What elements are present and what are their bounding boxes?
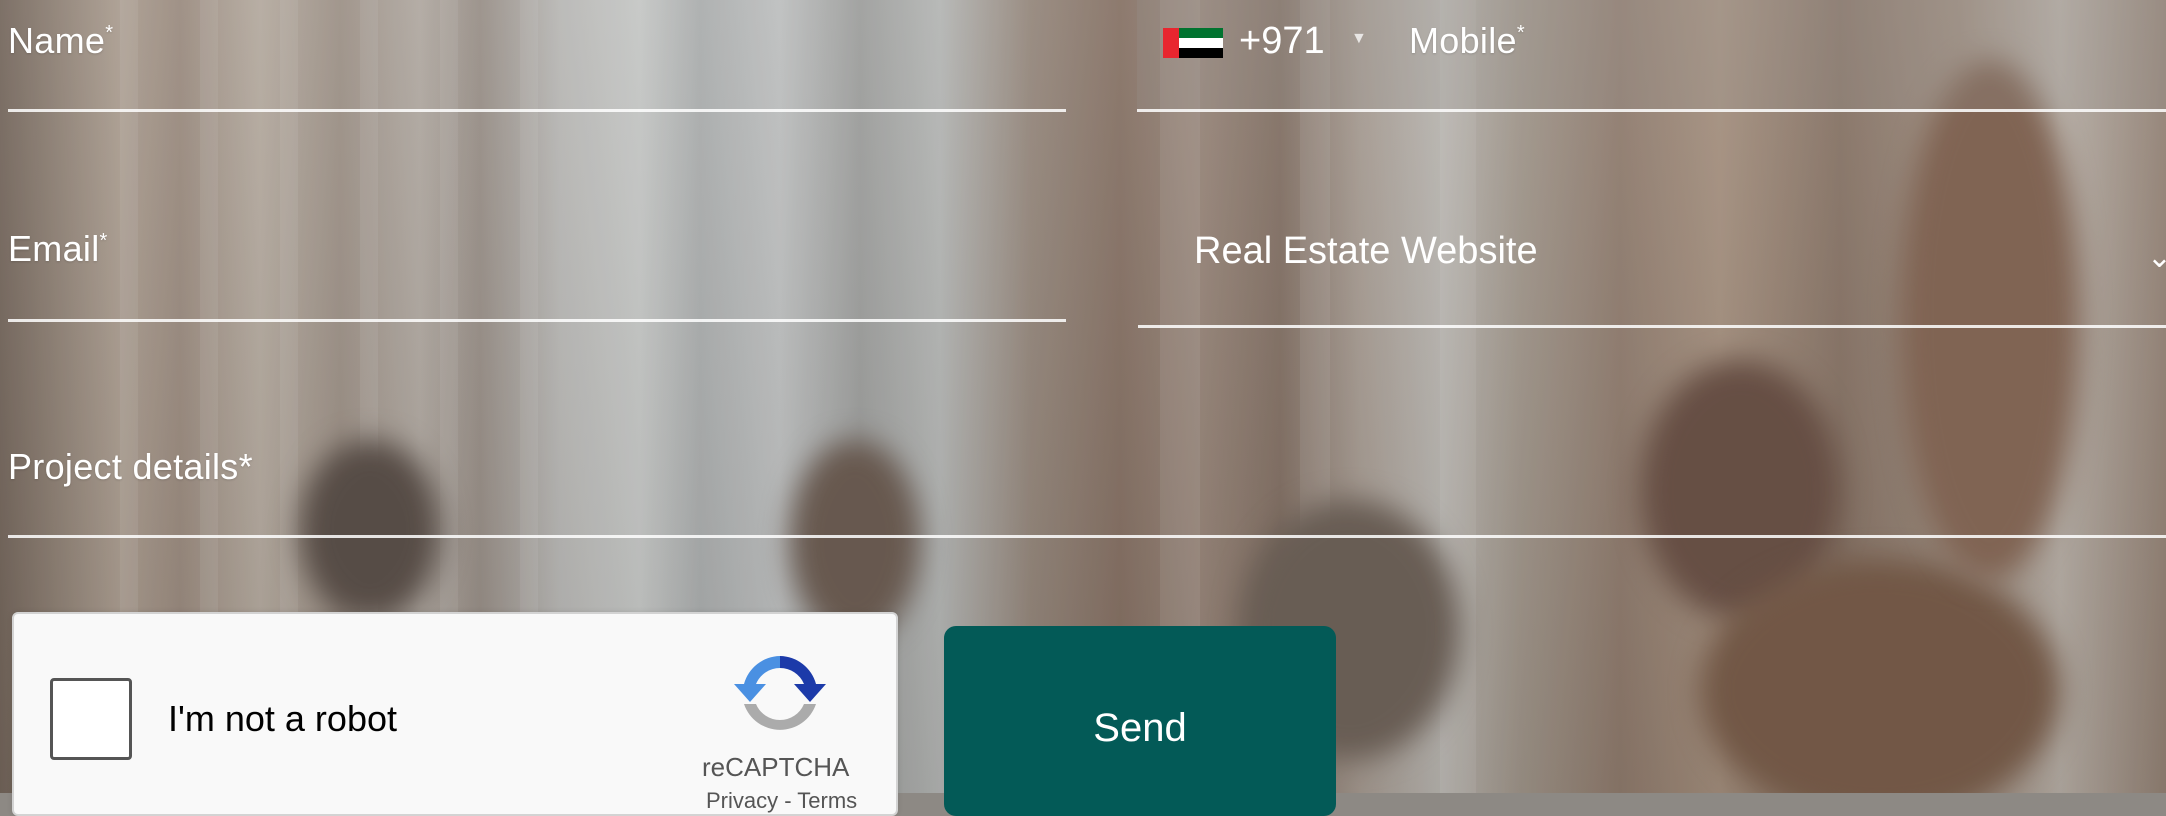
email-underline <box>8 319 1066 322</box>
service-select-value: Real Estate Website <box>1194 230 1538 272</box>
mobile-underline <box>1137 109 2166 112</box>
service-underline <box>1138 325 2166 328</box>
recaptcha-checkbox[interactable] <box>50 678 132 760</box>
service-select[interactable]: Real Estate Website ⌄ <box>1138 210 2166 328</box>
send-button[interactable]: Send <box>944 626 1336 816</box>
project-details-field[interactable]: Project details* <box>8 430 2166 538</box>
recaptcha-widget: I'm not a robot reCAPTCHA Privacy - Term… <box>12 612 898 816</box>
chevron-down-icon[interactable]: ⌄ <box>2147 240 2166 275</box>
email-label: Email* <box>8 228 108 269</box>
uae-flag-icon[interactable] <box>1163 28 1223 58</box>
country-code[interactable]: +971 <box>1239 20 1325 63</box>
caret-down-icon[interactable]: ▼ <box>1351 30 1367 48</box>
project-details-label: Project details* <box>8 446 253 487</box>
recaptcha-logo-icon <box>734 656 826 730</box>
recaptcha-label: I'm not a robot <box>168 698 397 739</box>
recaptcha-brand: reCAPTCHA <box>702 752 850 782</box>
recaptcha-links[interactable]: Privacy - Terms <box>706 788 857 814</box>
mobile-label: Mobile* <box>1409 20 1525 61</box>
name-underline <box>8 109 1066 112</box>
name-field[interactable]: Name* <box>8 0 1066 112</box>
email-field[interactable]: Email* <box>8 210 1066 322</box>
mobile-field[interactable]: +971 ▼ Mobile* <box>1137 0 2166 112</box>
project-details-underline <box>8 535 2166 538</box>
name-label: Name* <box>8 20 114 61</box>
